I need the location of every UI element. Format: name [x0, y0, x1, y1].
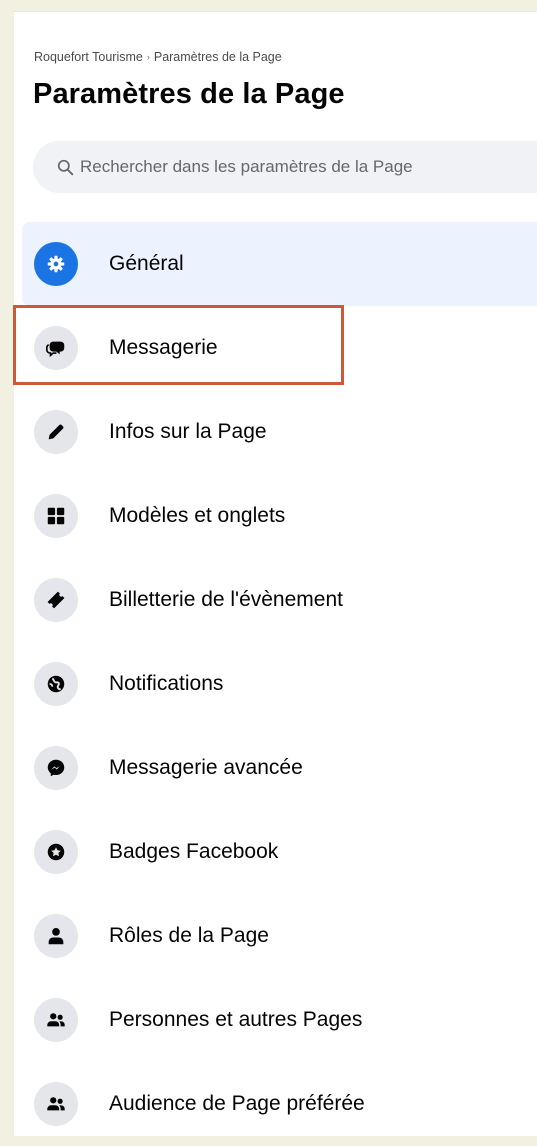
- settings-menu: Général Messagerie Infos sur la Page Mod…: [22, 222, 537, 1146]
- ticket-icon: [47, 591, 65, 609]
- messenger-icon: [47, 759, 65, 777]
- menu-item-label: Général: [109, 252, 184, 275]
- menu-item-personnes-et-autres-pages[interactable]: Personnes et autres Pages: [22, 978, 537, 1062]
- menu-item-label: Infos sur la Page: [109, 420, 267, 443]
- globe-icon-circle: [34, 662, 78, 706]
- people-icon: [47, 1097, 65, 1111]
- search-input[interactable]: [80, 157, 537, 177]
- menu-item-audience-de-page-preferee[interactable]: Audience de Page préférée: [22, 1062, 537, 1146]
- ticket-icon-circle: [34, 578, 78, 622]
- menu-item-modeles-et-onglets[interactable]: Modèles et onglets: [22, 474, 537, 558]
- chat-bubbles-icon: [46, 341, 65, 358]
- menu-item-badges-facebook[interactable]: Badges Facebook: [22, 810, 537, 894]
- pencil-icon-circle: [34, 410, 78, 454]
- menu-item-label: Audience de Page préférée: [109, 1092, 365, 1115]
- settings-panel: Roquefort Tourisme › Paramètres de la Page…: [14, 11, 537, 1136]
- chat-bubbles-icon-circle: [34, 326, 78, 370]
- menu-item-label: Modèles et onglets: [109, 504, 286, 527]
- people-icon-circle: [34, 1082, 78, 1126]
- menu-item-label: Notifications: [109, 672, 224, 695]
- menu-item-billetterie[interactable]: Billetterie de l'évènement: [22, 558, 537, 642]
- menu-item-notifications[interactable]: Notifications: [22, 642, 537, 726]
- people-icon: [47, 1013, 65, 1027]
- menu-item-general[interactable]: Général: [22, 222, 537, 306]
- messenger-icon-circle: [34, 746, 78, 790]
- menu-item-label: Messagerie: [109, 336, 218, 359]
- gear-icon: [47, 255, 65, 273]
- person-icon-circle: [34, 914, 78, 958]
- search-bar[interactable]: [33, 141, 537, 193]
- menu-item-messagerie[interactable]: Messagerie: [22, 306, 537, 390]
- menu-item-label: Rôles de la Page: [109, 924, 269, 947]
- menu-item-label: Messagerie avancée: [109, 756, 303, 779]
- search-icon: [57, 159, 74, 175]
- menu-item-label: Billetterie de l'évènement: [109, 588, 343, 611]
- badge-star-icon-circle: [34, 830, 78, 874]
- menu-item-label: Badges Facebook: [109, 840, 279, 863]
- menu-item-infos-sur-la-page[interactable]: Infos sur la Page: [22, 390, 537, 474]
- menu-item-label: Personnes et autres Pages: [109, 1008, 363, 1031]
- breadcrumb-separator: ›: [146, 52, 150, 62]
- grid-icon: [47, 507, 65, 525]
- gear-icon-circle: [34, 242, 78, 286]
- person-icon: [48, 928, 64, 945]
- grid-icon-circle: [34, 494, 78, 538]
- people-icon-circle: [34, 998, 78, 1042]
- pencil-icon: [48, 424, 64, 440]
- breadcrumb-page-link[interactable]: Roquefort Tourisme: [34, 50, 143, 64]
- breadcrumb-current: Paramètres de la Page: [153, 50, 282, 64]
- menu-item-messagerie-avancee[interactable]: Messagerie avancée: [22, 726, 537, 810]
- breadcrumb: Roquefort Tourisme › Paramètres de la Page: [34, 50, 282, 64]
- badge-star-icon: [47, 843, 65, 861]
- menu-item-roles-de-la-page[interactable]: Rôles de la Page: [22, 894, 537, 978]
- globe-icon: [47, 675, 65, 693]
- page-title: Paramètres de la Page: [33, 78, 345, 110]
